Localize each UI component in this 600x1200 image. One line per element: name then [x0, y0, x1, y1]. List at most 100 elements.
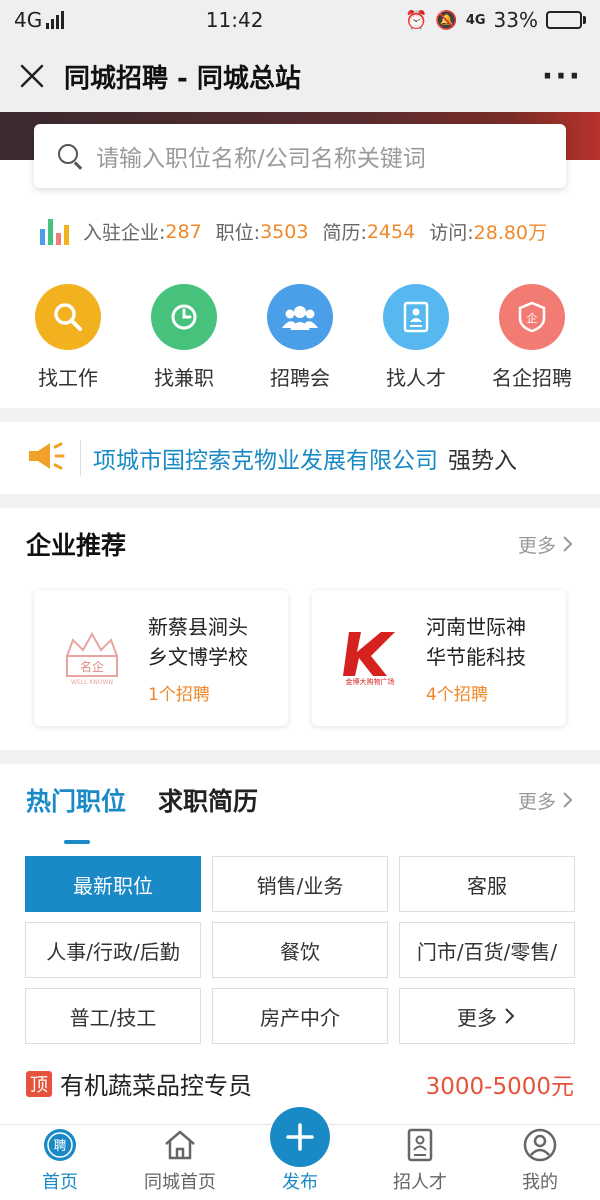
quick-label: 招聘会 [270, 366, 330, 390]
enterprise-more-link[interactable]: 更多 [518, 531, 574, 558]
stat-jobs-value: 3503 [260, 220, 309, 243]
signal-icon [46, 11, 65, 29]
status-bar: 4G 11:42 ⏰ 🔕 4G 33% [0, 0, 600, 40]
plus-icon[interactable] [270, 1107, 330, 1167]
nav-city-home[interactable]: 同城首页 [120, 1125, 240, 1200]
category-sales[interactable]: 销售/业务 [212, 856, 388, 912]
category-more[interactable]: 更多 [399, 988, 575, 1044]
mute-icon: 🔕 [435, 9, 458, 31]
status-right: ⏰ 🔕 4G 33% [405, 8, 586, 32]
company-name-line: 河南世际神 [426, 614, 526, 639]
quick-label: 找兼职 [154, 366, 214, 390]
stat-resumes-label: 简历: [322, 222, 367, 244]
job-categories: 最新职位 销售/业务 客服 人事/行政/后勤 餐饮 门市/百货/零售/ 普工/技… [0, 856, 600, 1044]
notice-company[interactable]: 项城市国控索克物业发展有限公司 [93, 441, 438, 475]
job-listing[interactable]: 顶 有机蔬菜品控专员 3000-5000元 [0, 1066, 600, 1101]
quick-label: 找工作 [38, 366, 98, 390]
recruit-icon: 聘 [42, 1125, 78, 1164]
quick-links: 找工作 找兼职 招聘会 找人才 企 名企招聘 [0, 284, 600, 391]
notice-bar[interactable]: 项城市国控索克物业发展有限公司 强势入 [0, 422, 600, 494]
svg-text:企: 企 [527, 311, 538, 325]
jobs-more-link[interactable]: 更多 [518, 787, 574, 814]
battery-percent: 33% [493, 8, 538, 32]
nav-label: 同城首页 [144, 1172, 216, 1193]
company-name-line: 华节能科技 [426, 644, 526, 669]
company-logo: 金博大购物广场 [322, 610, 418, 706]
category-worker[interactable]: 普工/技工 [25, 988, 201, 1044]
quick-famous-enterprise[interactable]: 企 名企招聘 [477, 284, 587, 391]
job-salary: 3000-5000元 [425, 1073, 574, 1100]
jobs-section: 热门职位 求职简历 更多 最新职位 销售/业务 客服 人事/行政/后勤 餐饮 门… [0, 764, 600, 1124]
battery-icon [545, 11, 586, 29]
status-left: 4G [14, 8, 65, 32]
close-icon[interactable] [18, 62, 46, 90]
category-latest[interactable]: 最新职位 [25, 856, 201, 912]
quick-find-job[interactable]: 找工作 [13, 284, 123, 391]
nav-recruit-talent[interactable]: 招人才 [360, 1125, 480, 1200]
enterprise-header: 企业推荐 更多 [0, 508, 600, 580]
4g-icon: 4G [465, 12, 486, 28]
notice-divider [80, 440, 81, 476]
bottom-nav: 聘 首页 同城首页 发布 招人才 我的 [0, 1107, 600, 1200]
clock-icon [151, 284, 217, 350]
enterprise-section: 企业推荐 更多 名企 WELL KNOWN 新蔡县涧头 乡文博学校 1个招聘 金… [0, 508, 600, 750]
resume-icon [383, 284, 449, 350]
category-real-estate[interactable]: 房产中介 [212, 988, 388, 1044]
category-hr-admin[interactable]: 人事/行政/后勤 [25, 922, 201, 978]
alarm-icon: ⏰ [404, 9, 428, 31]
quick-label: 名企招聘 [492, 366, 572, 390]
nav-home[interactable]: 聘 首页 [0, 1125, 120, 1200]
company-name-line: 新蔡县涧头 [148, 614, 248, 639]
site-stats: 入驻企业: 287 职位: 3503 简历: 2454 访问: 28.80万 [40, 218, 547, 245]
company-info: 河南世际神 华节能科技 4个招聘 [426, 612, 556, 705]
search-input[interactable]: 请输入职位名称/公司名称关键词 [34, 124, 566, 188]
logo-subtext: WELL KNOWN [71, 679, 113, 686]
stats-chart-icon [40, 218, 69, 245]
category-catering[interactable]: 餐饮 [212, 922, 388, 978]
quick-find-talent[interactable]: 找人才 [361, 284, 471, 391]
chevron-right-icon [563, 792, 573, 808]
quick-part-time[interactable]: 找兼职 [129, 284, 239, 391]
job-count: 1个招聘 [148, 684, 210, 705]
more-label: 更多 [517, 790, 556, 813]
logo-subtext: 金博大购物广场 [346, 677, 395, 686]
title-bar: 同城招聘 - 同城总站 ··· [0, 40, 600, 112]
stat-resumes-value: 2454 [366, 220, 416, 243]
nav-profile[interactable]: 我的 [480, 1125, 600, 1200]
tab-resumes[interactable]: 求职简历 [158, 782, 258, 818]
enterprise-icon: 企 [499, 284, 565, 350]
notice-suffix: 强势入 [448, 448, 517, 474]
stat-visits-value: 28.80万 [473, 222, 548, 244]
stat-visits-label: 访问: [429, 222, 474, 244]
stat-enterprises-value: 287 [165, 220, 202, 243]
resume-icon [404, 1125, 436, 1164]
stat-jobs-label: 职位: [215, 222, 261, 244]
search-placeholder: 请输入职位名称/公司名称关键词 [96, 146, 426, 172]
enterprise-card[interactable]: 名企 WELL KNOWN 新蔡县涧头 乡文博学校 1个招聘 [34, 590, 288, 726]
quick-job-fair[interactable]: 招聘会 [245, 284, 355, 391]
quick-label: 找人才 [386, 366, 446, 390]
people-icon [267, 284, 333, 350]
company-name-line: 乡文博学校 [148, 644, 248, 669]
tab-group: 热门职位 求职简历 [26, 782, 258, 844]
home-icon [162, 1125, 198, 1164]
chevron-right-icon [563, 536, 573, 552]
category-retail[interactable]: 门市/百货/零售/ [399, 922, 575, 978]
more-options-icon[interactable]: ··· [542, 59, 582, 94]
job-count: 4个招聘 [426, 684, 488, 705]
more-label: 更多 [517, 534, 556, 557]
svg-text:聘: 聘 [53, 1139, 66, 1154]
enterprise-cards: 名企 WELL KNOWN 新蔡县涧头 乡文博学校 1个招聘 金博大购物广场 河… [0, 590, 600, 726]
company-info: 新蔡县涧头 乡文博学校 1个招聘 [148, 612, 278, 705]
enterprise-card[interactable]: 金博大购物广场 河南世际神 华节能科技 4个招聘 [312, 590, 566, 726]
logo-text: 名企 [80, 659, 104, 674]
search-icon [56, 142, 84, 170]
page-title: 同城招聘 - 同城总站 [64, 63, 301, 94]
network-label: 4G [14, 8, 43, 32]
stat-enterprises-label: 入驻企业: [83, 222, 166, 244]
category-service[interactable]: 客服 [399, 856, 575, 912]
nav-publish[interactable]: 发布 [240, 1107, 360, 1200]
tab-hot-jobs[interactable]: 热门职位 [26, 782, 126, 844]
job-listing-left: 顶 有机蔬菜品控专员 [26, 1066, 252, 1101]
chevron-right-icon [505, 1008, 515, 1024]
